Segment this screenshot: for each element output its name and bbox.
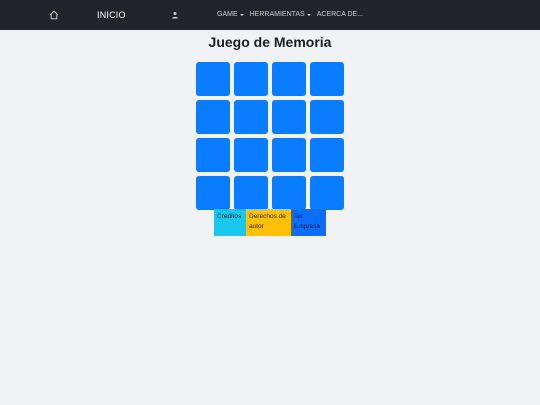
nav-item-herramientas[interactable]: HERRAMIENTAS — [250, 9, 311, 21]
top-navbar: INICIO GAME HERRAMIENTAS ACERCA DE... — [0, 0, 540, 30]
footer-boxes: Creditos Derechos de autor Tel: Empresa — [214, 209, 326, 236]
memory-card[interactable] — [234, 62, 268, 96]
memory-card[interactable] — [310, 100, 344, 134]
caret-down-icon — [306, 14, 311, 16]
nav-item-label: GAME — [217, 11, 238, 18]
nav-item-label: HERRAMIENTAS — [249, 11, 305, 18]
memory-card[interactable] — [196, 176, 230, 210]
memory-card[interactable] — [272, 62, 306, 96]
memory-card[interactable] — [196, 100, 230, 134]
page-title: Juego de Memoria — [208, 34, 332, 50]
memory-card[interactable] — [310, 176, 344, 210]
nav-brand-inicio[interactable]: INICIO — [97, 8, 126, 22]
memory-card[interactable] — [272, 138, 306, 172]
nav-item-label: ACERCA DE... — [316, 11, 364, 18]
memory-card[interactable] — [272, 176, 306, 210]
memory-card[interactable] — [196, 138, 230, 172]
nav-menu: GAME HERRAMIENTAS ACERCA DE... — [217, 9, 369, 21]
footer-derechos-de-autor: Derechos de autor — [246, 209, 291, 236]
nav-item-game[interactable]: GAME — [217, 9, 244, 21]
memory-card[interactable] — [196, 62, 230, 96]
memory-card[interactable] — [310, 138, 344, 172]
home-icon — [49, 10, 59, 20]
memory-card[interactable] — [234, 100, 268, 134]
user-link[interactable] — [169, 9, 181, 21]
memory-card[interactable] — [310, 62, 344, 96]
memory-card-grid — [196, 62, 345, 210]
nav-item-acerca-de[interactable]: ACERCA DE... — [317, 9, 363, 21]
user-icon — [172, 12, 178, 19]
memory-card[interactable] — [234, 138, 268, 172]
memory-card[interactable] — [272, 100, 306, 134]
footer-creditos: Creditos — [214, 209, 246, 236]
memory-card[interactable] — [234, 176, 268, 210]
home-link[interactable] — [47, 8, 61, 22]
caret-down-icon — [239, 14, 244, 16]
footer-tel-empresa: Tel: Empresa — [291, 209, 326, 236]
